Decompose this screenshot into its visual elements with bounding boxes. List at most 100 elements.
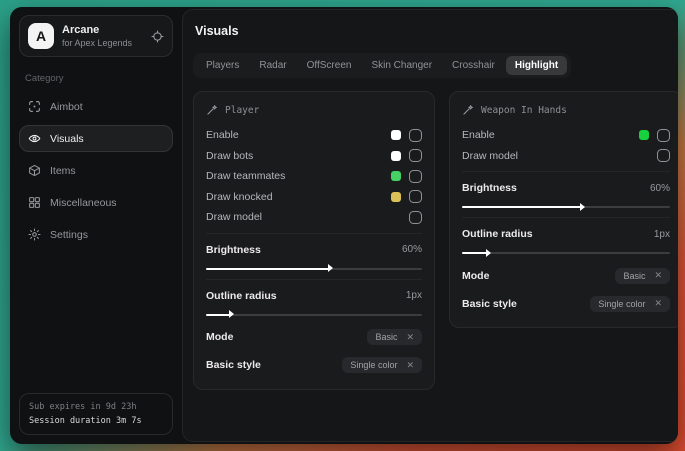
card-title: Player (225, 105, 259, 116)
tab-crosshair[interactable]: Crosshair (443, 56, 504, 75)
toggle-controls (391, 149, 422, 162)
checkbox[interactable] (409, 190, 422, 203)
toggle-controls (391, 129, 422, 142)
slider-track[interactable] (462, 252, 670, 254)
slider-section-outline-radius: Outline radius 1px (206, 279, 422, 316)
slider-value: 1px (406, 290, 422, 301)
slider-track[interactable] (206, 314, 422, 316)
setting-label: Basic style (462, 298, 517, 310)
wand-icon (462, 104, 474, 116)
wand-icon (206, 104, 218, 116)
setting-label: Draw model (206, 211, 262, 223)
color-swatch[interactable] (391, 192, 401, 202)
slider-section-outline-radius: Outline radius1px (462, 217, 670, 254)
checkbox[interactable] (409, 170, 422, 183)
sidebar-item-label: Visuals (50, 133, 84, 145)
toggle-controls (657, 149, 670, 162)
sidebar-item-aimbot[interactable]: Aimbot (19, 93, 173, 120)
checkbox[interactable] (657, 129, 670, 142)
tab-radar[interactable]: Radar (250, 56, 295, 75)
sidebar-item-items[interactable]: Items (19, 157, 173, 184)
setting-row-draw-model: Draw model (206, 207, 422, 228)
remove-tag-icon[interactable]: ✕ (654, 299, 662, 308)
slider-thumb[interactable] (486, 249, 491, 257)
app-subtitle: for Apex Legends (62, 38, 143, 48)
sidebar-item-settings[interactable]: Settings (19, 221, 173, 248)
color-swatch[interactable] (639, 130, 649, 140)
setting-label: Draw model (462, 150, 518, 162)
slider-fill (206, 268, 329, 270)
slider-fill (462, 252, 487, 254)
app-window: A Arcane for Apex Legends Category Aimbo… (10, 7, 678, 444)
tag-label: Basic (375, 332, 397, 342)
sidebar-item-label: Aimbot (50, 101, 83, 113)
setting-row-draw-bots: Draw bots (206, 146, 422, 167)
card-player: PlayerEnableDraw botsDraw teammatesDraw … (193, 91, 435, 390)
slider-fill (206, 314, 230, 316)
setting-row-basic-style: Basic style Single color✕ (206, 353, 422, 378)
slider-value: 60% (402, 244, 422, 255)
sidebar-item-visuals[interactable]: Visuals (19, 125, 173, 152)
color-swatch[interactable] (391, 171, 401, 181)
tag-basic[interactable]: Basic✕ (615, 268, 670, 284)
tag-basic[interactable]: Basic ✕ (367, 329, 422, 345)
slider-fill (462, 206, 581, 208)
slider-label: Outline radius (206, 290, 277, 302)
tab-bar: PlayersRadarOffScreenSkin ChangerCrossha… (193, 53, 571, 78)
slider-track[interactable] (462, 206, 670, 208)
tab-highlight[interactable]: Highlight (506, 56, 567, 75)
main-panel: Visuals PlayersRadarOffScreenSkin Change… (182, 9, 678, 442)
sidebar-item-label: Settings (50, 229, 88, 241)
tab-offscreen[interactable]: OffScreen (298, 56, 361, 75)
sub-expiry-text: Sub expires in 9d 23h (29, 402, 163, 412)
color-swatch[interactable] (391, 130, 401, 140)
sidebar-nav: Aimbot Visuals Items Miscellaneous Settings (19, 93, 173, 248)
color-swatch[interactable] (391, 151, 401, 161)
slider-thumb[interactable] (229, 310, 234, 318)
slider-track[interactable] (206, 268, 422, 270)
sidebar-item-label: Miscellaneous (50, 197, 117, 209)
slider-section-brightness: Brightness60% (462, 171, 670, 208)
card-header: Weapon In Hands (462, 104, 670, 116)
remove-tag-icon[interactable]: ✕ (654, 271, 662, 280)
setting-label: Mode (462, 270, 489, 282)
sidebar-item-miscellaneous[interactable]: Miscellaneous (19, 189, 173, 216)
session-info-card: Sub expires in 9d 23h Session duration 3… (19, 393, 173, 435)
setting-label: Mode (206, 331, 233, 343)
tag-single-color[interactable]: Single color✕ (590, 296, 670, 312)
setting-label: Enable (206, 129, 239, 141)
remove-tag-icon[interactable]: ✕ (406, 333, 414, 342)
tag-single-color[interactable]: Single color✕ (342, 357, 422, 373)
checkbox[interactable] (409, 129, 422, 142)
tab-skin-changer[interactable]: Skin Changer (362, 56, 441, 75)
card-weapon-in-hands: Weapon In Hands Enable Draw model Brightnes… (449, 91, 678, 328)
tab-players[interactable]: Players (197, 56, 248, 75)
setting-row-enable: Enable (206, 125, 422, 146)
slider-row: Brightness 60% (206, 240, 422, 260)
slider-thumb[interactable] (328, 264, 333, 272)
target-icon[interactable] (151, 30, 164, 43)
desktop-background: A Arcane for Apex Legends Category Aimbo… (0, 0, 685, 451)
viewfinder-icon (28, 100, 41, 113)
card-title: Weapon In Hands (481, 105, 567, 116)
gear-icon (28, 228, 41, 241)
checkbox[interactable] (409, 149, 422, 162)
setting-row-draw-model: Draw model (462, 146, 670, 167)
setting-label: Basic style (206, 359, 261, 371)
checkbox[interactable] (409, 211, 422, 224)
slider-thumb[interactable] (580, 203, 585, 211)
slider-row: Outline radius1px (462, 224, 670, 244)
setting-row-mode: Mode Basic✕ (462, 263, 670, 288)
slider-label: Brightness (206, 244, 261, 256)
category-label: Category (25, 73, 167, 84)
checkbox[interactable] (657, 149, 670, 162)
eye-icon (28, 132, 41, 145)
toggle-controls (639, 129, 670, 142)
app-logo: A (28, 23, 54, 49)
slider-label: Brightness (462, 182, 517, 194)
box-icon (28, 164, 41, 177)
slider-label: Outline radius (462, 228, 533, 240)
card-header: Player (206, 104, 422, 116)
remove-tag-icon[interactable]: ✕ (406, 361, 414, 370)
setting-label: Enable (462, 129, 495, 141)
